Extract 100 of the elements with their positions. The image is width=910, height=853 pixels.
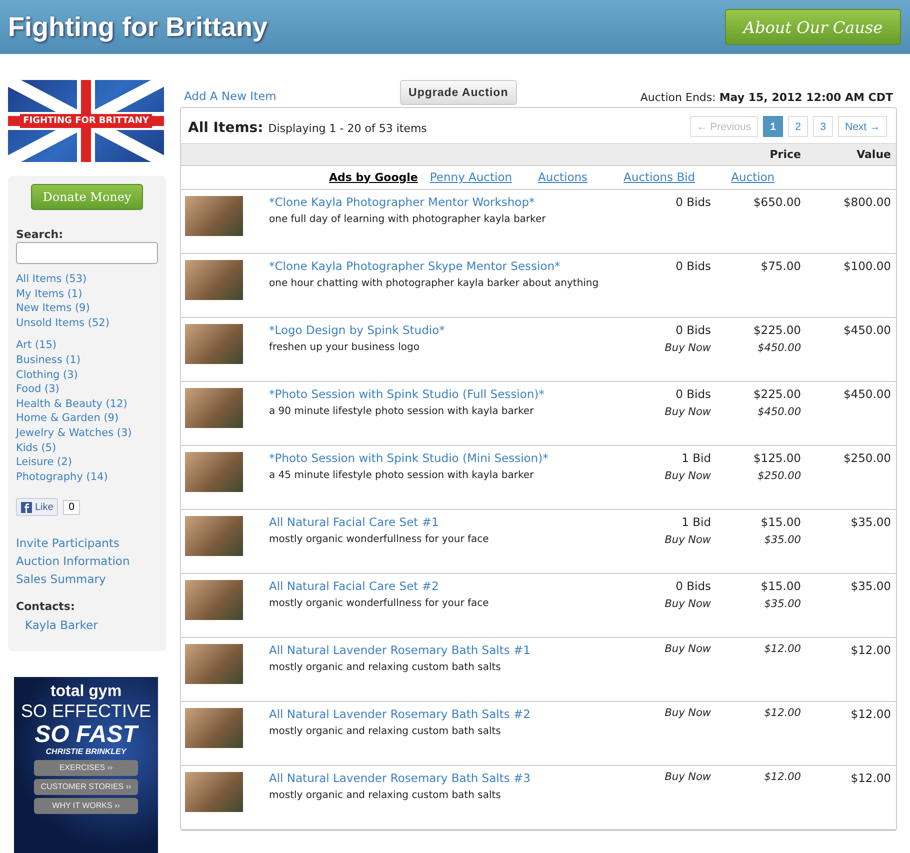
logo-text: FIGHTING FOR BRITTANY (20, 114, 152, 128)
buy-now-label: Buy Now (664, 598, 711, 610)
category-link[interactable]: Home & Garden (9) (16, 411, 158, 426)
bid-count: 0 Bids (676, 259, 711, 273)
ad-headline: SO EFFECTIVE (20, 702, 152, 722)
value-text: $450.00 (843, 387, 891, 401)
item-title-link[interactable]: *Logo Design by Spink Studio* (269, 323, 641, 337)
photo-placeholder (185, 580, 243, 620)
item-title-link[interactable]: All Natural Lavender Rosemary Bath Salts #2 (269, 707, 641, 721)
item-title-link[interactable]: *Photo Session with Spink Studio (Mini Session)* (269, 451, 641, 465)
category-link[interactable]: Food (3) (16, 382, 158, 397)
ad-link-button[interactable]: CUSTOMER STORIES ›› (34, 778, 138, 795)
column-header: Price (768, 148, 801, 161)
item-title-link[interactable]: All Natural Facial Care Set #1 (269, 515, 641, 529)
contact-link[interactable]: Kayla Barker (25, 617, 158, 634)
filter-link[interactable]: My Items (1) (16, 286, 158, 302)
page-number-button[interactable]: 2 (788, 116, 808, 137)
item-description: a 45 minute lifestyle photo session with kayla barker (269, 470, 535, 481)
ad-link[interactable]: Penny Auction (430, 170, 512, 184)
value-text: $12.00 (850, 771, 891, 785)
photo-placeholder (185, 516, 243, 556)
search-field[interactable] (16, 242, 158, 264)
value-text: $250.00 (843, 451, 891, 465)
item-title-link[interactable]: *Photo Session with Spink Studio (Full Session)* (269, 387, 641, 401)
bid-count: 0 Bids (676, 195, 711, 209)
item-title-link[interactable]: All Natural Lavender Rosemary Bath Salts #1 (269, 643, 641, 657)
buy-now-price: $12.00 (764, 643, 801, 655)
sidebar-link[interactable]: Sales Summary (16, 570, 158, 588)
about-cause-button[interactable]: About Our Cause (725, 9, 901, 45)
add-item-link[interactable]: Add A New Item (184, 89, 276, 104)
pager-nav-button[interactable]: Next → (838, 116, 887, 137)
filter-link[interactable]: Unsold Items (52) (16, 316, 158, 330)
price-text: $75.00 (760, 259, 801, 273)
category-link[interactable]: Leisure (2) (16, 455, 158, 470)
ads-label: Ads by Google (329, 170, 418, 184)
item-description: mostly organic wonderfullness for your face (269, 598, 490, 609)
item-title-link[interactable]: All Natural Lavender Rosemary Bath Salts #3 (269, 771, 641, 785)
category-link[interactable]: Clothing (3) (16, 368, 158, 382)
listing-summary: Displaying 1 - 20 of 53 items (268, 122, 427, 135)
bid-count: 0 Bids (676, 323, 711, 337)
donate-button[interactable]: Donate Money (31, 184, 143, 210)
category-link[interactable]: Photography (14) (16, 470, 158, 484)
item-description: one hour chatting with photographer kayla barker about anything (269, 278, 600, 289)
item-description: one full day of learning with photographer kayla barker (269, 214, 547, 225)
buy-now-label: Buy Now (664, 707, 711, 719)
buy-now-label: Buy Now (664, 406, 711, 418)
ad-link-button[interactable]: WHY IT WORKS ›› (34, 798, 138, 814)
ad-link[interactable]: Auction (731, 170, 775, 184)
upgrade-auction-button[interactable]: Upgrade Auction (400, 80, 518, 105)
category-link[interactable]: Business (1) (16, 352, 158, 368)
buy-now-label: Buy Now (664, 643, 711, 655)
like-button[interactable]: Like (16, 498, 58, 516)
page-number-button[interactable]: 1 (762, 116, 783, 137)
column-header: Value (856, 148, 891, 161)
search-label: Search: (16, 228, 64, 241)
photo-placeholder (185, 452, 243, 492)
auction-ends-text: Auction Ends: May 15, 2012 12:00 AM CDT (640, 91, 893, 104)
category-link[interactable]: Jewelry & Watches (3) (16, 426, 158, 441)
sidebar-link[interactable]: Invite Participants (16, 534, 158, 552)
value-text: $450.00 (843, 323, 891, 337)
bid-count: 0 Bids (676, 579, 711, 593)
filter-link[interactable]: New Items (9) (16, 301, 158, 316)
item-description: mostly organic and relaxing custom bath salts (269, 726, 502, 737)
category-link[interactable]: Art (15) (16, 338, 158, 353)
value-text: $800.00 (843, 195, 891, 209)
item-description: mostly organic wonderfullness for your face (269, 534, 490, 545)
value-text: $35.00 (850, 579, 891, 593)
buy-now-label: Buy Now (664, 534, 711, 546)
ad-quote-author: CHRISTIE BRINKLEY (46, 748, 126, 757)
bid-count: 0 Bids (676, 387, 711, 401)
price-text: $225.00 (753, 387, 801, 401)
like-count: 0 (63, 500, 80, 515)
category-link[interactable]: Health & Beauty (12) (16, 396, 158, 412)
buy-now-price: $35.00 (764, 534, 801, 546)
facebook-icon (21, 502, 32, 513)
item-description: a 90 minute lifestyle photo session with kayla barker (269, 406, 535, 417)
ad-link[interactable]: Auctions (538, 170, 588, 184)
site-title: Fighting for Brittany (8, 12, 268, 42)
buy-now-price: $450.00 (758, 406, 801, 418)
photo-placeholder (185, 324, 243, 364)
buy-now-price: $12.00 (764, 771, 801, 783)
category-link[interactable]: Kids (5) (16, 440, 158, 456)
item-title-link[interactable]: All Natural Facial Care Set #2 (269, 579, 641, 593)
photo-placeholder (185, 260, 243, 300)
filter-link[interactable]: All Items (53) (16, 272, 158, 287)
ad-link[interactable]: Auctions Bid (624, 170, 696, 184)
photo-placeholder (185, 708, 243, 748)
ad-banner[interactable]: total gym SO EFFECTIVE SO FAST CHRISTIE BRINKLEY EXERCISES ›› CUSTOMER STORIES ›› WHY IT WORKS ›› (14, 677, 158, 853)
ad-link-button[interactable]: EXERCISES ›› (34, 760, 138, 776)
price-text: $15.00 (760, 515, 801, 529)
value-text: $100.00 (843, 259, 891, 273)
item-title-link[interactable]: *Clone Kayla Photographer Mentor Workshop* (269, 195, 641, 209)
item-title-link[interactable]: *Clone Kayla Photographer Skype Mentor Session* (269, 259, 641, 273)
photo-placeholder (185, 644, 243, 684)
bid-count: 1 Bid (682, 515, 711, 529)
contacts-label: Contacts: (16, 600, 76, 614)
page-number-button[interactable]: 3 (812, 116, 833, 137)
price-text: $125.00 (753, 451, 801, 465)
sidebar-link[interactable]: Auction Information (16, 552, 158, 570)
item-description: mostly organic and relaxing custom bath salts (269, 790, 502, 801)
